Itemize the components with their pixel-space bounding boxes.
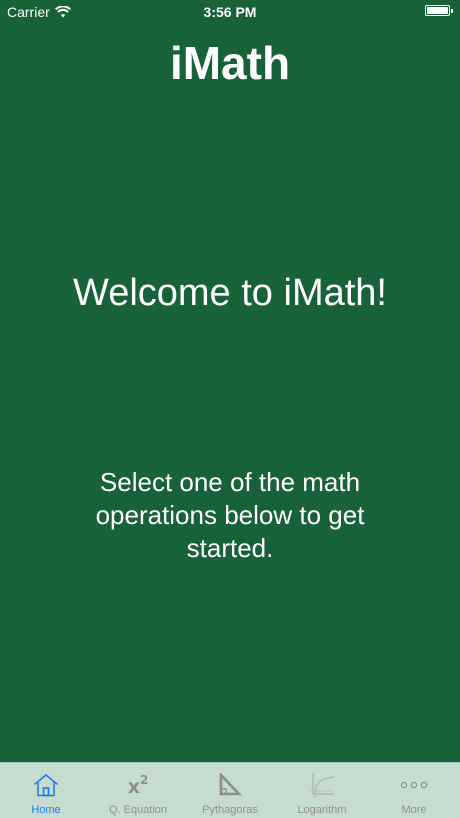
battery-icon [425,5,453,16]
tab-q-equation[interactable]: x2 Q. Equation [92,763,184,818]
more-icon [400,771,428,799]
instructions-text: Select one of the math operations below … [95,467,365,563]
status-time: 3:56 PM [203,4,257,20]
x-squared-icon: x2 [127,772,149,798]
page-title: iMath [169,37,291,89]
triangle-icon [218,771,242,799]
log-graph-icon [309,771,335,799]
tab-label: Pythagoras [202,804,258,816]
tab-label: More [401,804,427,816]
home-icon [33,771,59,799]
welcome-text: Welcome to iMath! [73,272,387,314]
status-bar: Carrier 3:56 PM [0,0,460,24]
tab-label: Q. Equation [108,804,168,816]
tab-bar: Home x2 Q. Equation Pythagoras Logarithm… [0,762,460,818]
app-screen: Carrier 3:56 PM iMath Welcome to iMath! … [0,0,460,818]
tab-pythagoras[interactable]: Pythagoras [184,763,276,818]
tab-home[interactable]: Home [0,763,92,818]
tab-label: Logarithm [297,804,347,816]
tab-label: Home [31,804,61,816]
tab-more[interactable]: More [368,763,460,818]
tab-logarithm[interactable]: Logarithm [276,763,368,818]
